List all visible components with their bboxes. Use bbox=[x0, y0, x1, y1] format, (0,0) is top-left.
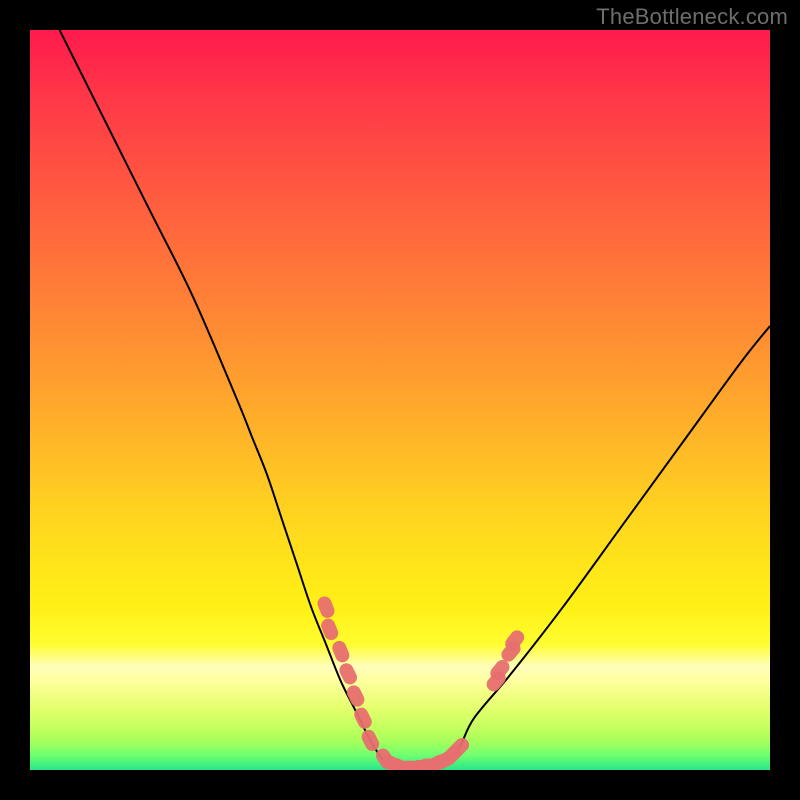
curve-marker bbox=[359, 727, 381, 753]
marker-group bbox=[315, 594, 527, 770]
curve-marker bbox=[315, 594, 336, 620]
curve-marker bbox=[319, 617, 340, 643]
curve-group bbox=[60, 30, 770, 770]
plot-area bbox=[30, 30, 770, 770]
outer-frame: TheBottleneck.com bbox=[0, 0, 800, 800]
chart-svg bbox=[30, 30, 770, 770]
curve-marker bbox=[337, 661, 359, 687]
watermark-text: TheBottleneck.com bbox=[596, 4, 788, 30]
curve-marker bbox=[344, 683, 366, 709]
bottleneck-curve bbox=[60, 30, 770, 770]
